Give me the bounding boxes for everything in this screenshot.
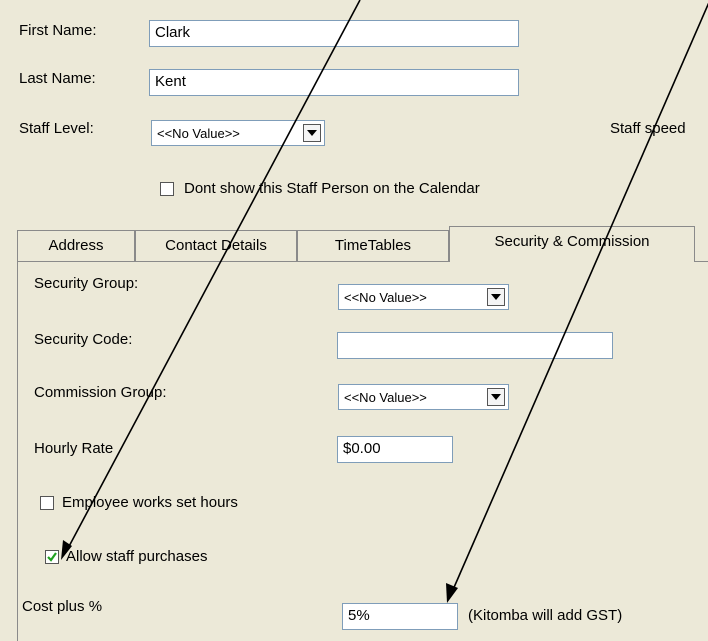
allow-purchases-label: Allow staff purchases	[66, 548, 208, 565]
tab-address[interactable]: Address	[17, 230, 135, 262]
commission-group-dropdown[interactable]: <<No Value>>	[338, 384, 509, 410]
commission-group-value: <<No Value>>	[344, 389, 427, 405]
set-hours-label: Employee works set hours	[62, 494, 238, 511]
checkmark-icon	[47, 552, 57, 562]
security-group-label: Security Group:	[34, 275, 139, 292]
cost-plus-field[interactable]: 5%	[342, 603, 458, 630]
calendar-checkbox-label: Dont show this Staff Person on the Calen…	[184, 180, 480, 197]
hourly-rate-label: Hourly Rate	[34, 440, 114, 457]
gst-note: (Kitomba will add GST)	[468, 607, 623, 624]
last-name-field[interactable]: Kent	[149, 69, 519, 96]
security-group-value: <<No Value>>	[344, 289, 427, 305]
security-group-dropdown[interactable]: <<No Value>>	[338, 284, 509, 310]
tab-contact-details[interactable]: Contact Details	[135, 230, 297, 262]
first-name-label: First Name:	[19, 22, 97, 39]
tab-timetables[interactable]: TimeTables	[297, 230, 449, 262]
staff-level-label: Staff Level:	[19, 120, 94, 137]
last-name-label: Last Name:	[19, 70, 96, 87]
chevron-down-icon[interactable]	[487, 388, 505, 406]
commission-group-label: Commission Group:	[34, 384, 167, 401]
chevron-down-icon[interactable]	[303, 124, 321, 142]
first-name-field[interactable]: Clark	[149, 20, 519, 47]
set-hours-checkbox[interactable]	[40, 496, 54, 510]
chevron-down-icon[interactable]	[487, 288, 505, 306]
tab-security-commission[interactable]: Security & Commission	[449, 226, 695, 262]
calendar-checkbox[interactable]	[160, 182, 174, 196]
cost-plus-label: Cost plus %	[22, 598, 103, 615]
allow-purchases-checkbox[interactable]	[45, 550, 59, 564]
staff-level-value: <<No Value>>	[157, 125, 240, 141]
staff-speed-label: Staff speed	[610, 120, 686, 137]
staff-level-dropdown[interactable]: <<No Value>>	[151, 120, 325, 146]
security-code-label: Security Code:	[34, 331, 133, 348]
hourly-rate-field[interactable]: $0.00	[337, 436, 453, 463]
security-code-field[interactable]	[337, 332, 613, 359]
